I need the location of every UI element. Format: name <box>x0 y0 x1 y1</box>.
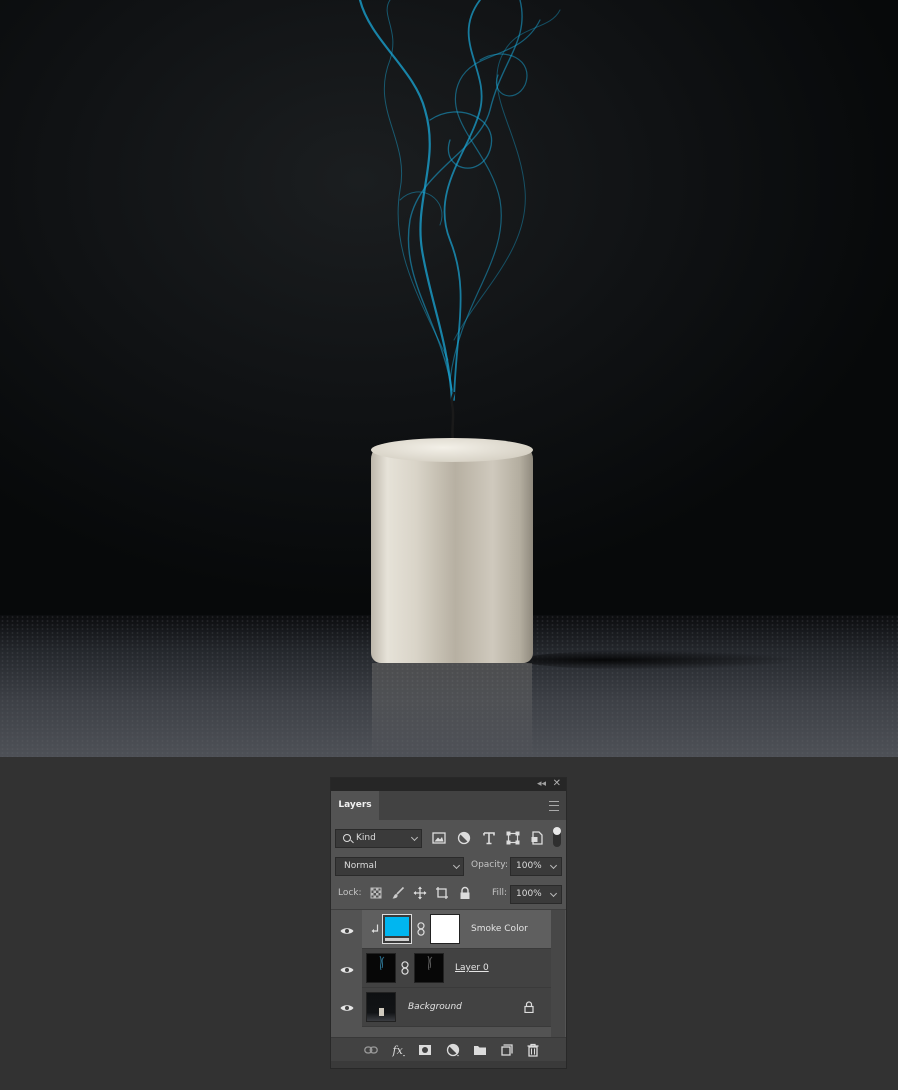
type-layer-filter-icon[interactable] <box>481 830 497 846</box>
filter-kind-label: Kind <box>356 833 376 843</box>
layer-mask-thumbnail[interactable] <box>414 953 444 983</box>
candle-reflection <box>372 663 532 757</box>
layers-panel: ◂◂ ✕ Layers Kind Normal Opacity: 100% Lo… <box>330 777 567 1069</box>
filter-toggle-switch[interactable] <box>553 827 561 847</box>
mask-link-chain-icon[interactable] <box>417 922 425 936</box>
layers-scrollbar[interactable] <box>551 910 565 1038</box>
lock-image-pixels-brush-icon[interactable] <box>391 886 405 900</box>
candle-wick <box>450 392 456 441</box>
blend-mode-value: Normal <box>344 861 377 871</box>
fill-label: Fill: <box>492 888 508 898</box>
lock-position-move-icon[interactable] <box>413 886 427 900</box>
smoke-preview <box>379 956 385 970</box>
new-layer-icon[interactable] <box>500 1043 514 1057</box>
layer-style-fx-icon[interactable]: fx <box>392 1043 406 1057</box>
fill-value: 100% <box>516 889 542 899</box>
layer-mask-thumbnail[interactable] <box>430 914 460 944</box>
layer-row-smoke-color[interactable]: Smoke Color <box>362 910 551 949</box>
add-layer-mask-icon[interactable] <box>418 1043 432 1057</box>
lock-artboard-icon[interactable] <box>435 886 449 900</box>
layer-thumbnail[interactable] <box>366 953 396 983</box>
opacity-label: Opacity: <box>471 860 508 870</box>
search-icon <box>343 834 351 842</box>
opacity-value: 100% <box>516 861 542 871</box>
chevron-down-icon <box>452 861 461 870</box>
layer-name[interactable]: Background <box>408 1001 462 1013</box>
fill-color-swatch <box>385 917 409 936</box>
layers-list: Smoke Color Layer 0 Background <box>331 909 566 1038</box>
mask-link-chain-icon[interactable] <box>401 961 409 975</box>
panel-tab-bar: Layers <box>331 791 566 820</box>
pixel-layer-filter-icon[interactable] <box>431 830 447 846</box>
new-group-folder-icon[interactable] <box>473 1043 487 1057</box>
white-candle <box>371 445 533 663</box>
chevron-down-icon[interactable] <box>549 861 558 870</box>
layers-bottom-toolbar: fx <box>331 1037 566 1062</box>
solid-color-fill-thumbnail[interactable] <box>382 914 412 944</box>
link-layers-icon[interactable] <box>364 1043 378 1057</box>
document-canvas[interactable] <box>0 0 898 757</box>
layer-locked-icon <box>524 1001 534 1013</box>
smart-object-filter-icon[interactable] <box>529 830 545 846</box>
lock-label: Lock: <box>338 888 362 898</box>
panel-title-bar[interactable]: ◂◂ ✕ <box>331 778 566 791</box>
shape-layer-filter-icon[interactable] <box>505 830 521 846</box>
new-adjustment-layer-icon[interactable] <box>446 1043 460 1057</box>
collapse-panel-icon[interactable]: ◂◂ <box>537 779 546 790</box>
chevron-down-icon <box>410 833 419 842</box>
layer-row-layer-0[interactable]: Layer 0 <box>362 949 551 988</box>
visibility-eye-icon[interactable] <box>340 927 354 935</box>
candle-top <box>371 438 533 462</box>
visibility-eye-icon[interactable] <box>340 1004 354 1012</box>
fill-slider-bar <box>385 938 409 941</box>
layer-filter-kind-select[interactable]: Kind <box>335 829 422 848</box>
close-panel-icon[interactable]: ✕ <box>553 778 561 790</box>
chevron-down-icon[interactable] <box>549 889 558 898</box>
blend-mode-select[interactable]: Normal <box>335 857 464 876</box>
svg-text:fx: fx <box>392 1044 404 1057</box>
blue-smoke <box>358 0 561 402</box>
tab-layers[interactable]: Layers <box>331 791 379 820</box>
layer-thumbnail[interactable] <box>366 992 396 1022</box>
layer-name[interactable]: Layer 0 <box>455 962 489 974</box>
opacity-input[interactable]: 100% <box>510 857 562 876</box>
visibility-eye-icon[interactable] <box>340 966 354 974</box>
candle-preview <box>379 1008 384 1016</box>
lock-all-icon[interactable] <box>458 886 472 900</box>
clipping-mask-arrow-icon <box>371 924 379 933</box>
candle-shadow <box>520 650 800 670</box>
layer-row-background[interactable]: Background <box>362 988 551 1027</box>
adjustment-layer-filter-icon[interactable] <box>456 830 472 846</box>
smoke-mask-preview <box>427 956 433 970</box>
delete-layer-trash-icon[interactable] <box>526 1043 540 1057</box>
lock-transparent-pixels-icon[interactable] <box>369 886 383 900</box>
panel-resize-grip[interactable] <box>331 1061 566 1068</box>
panel-menu-icon[interactable] <box>549 801 559 811</box>
fill-input[interactable]: 100% <box>510 885 562 904</box>
layer-name[interactable]: Smoke Color <box>471 923 528 935</box>
